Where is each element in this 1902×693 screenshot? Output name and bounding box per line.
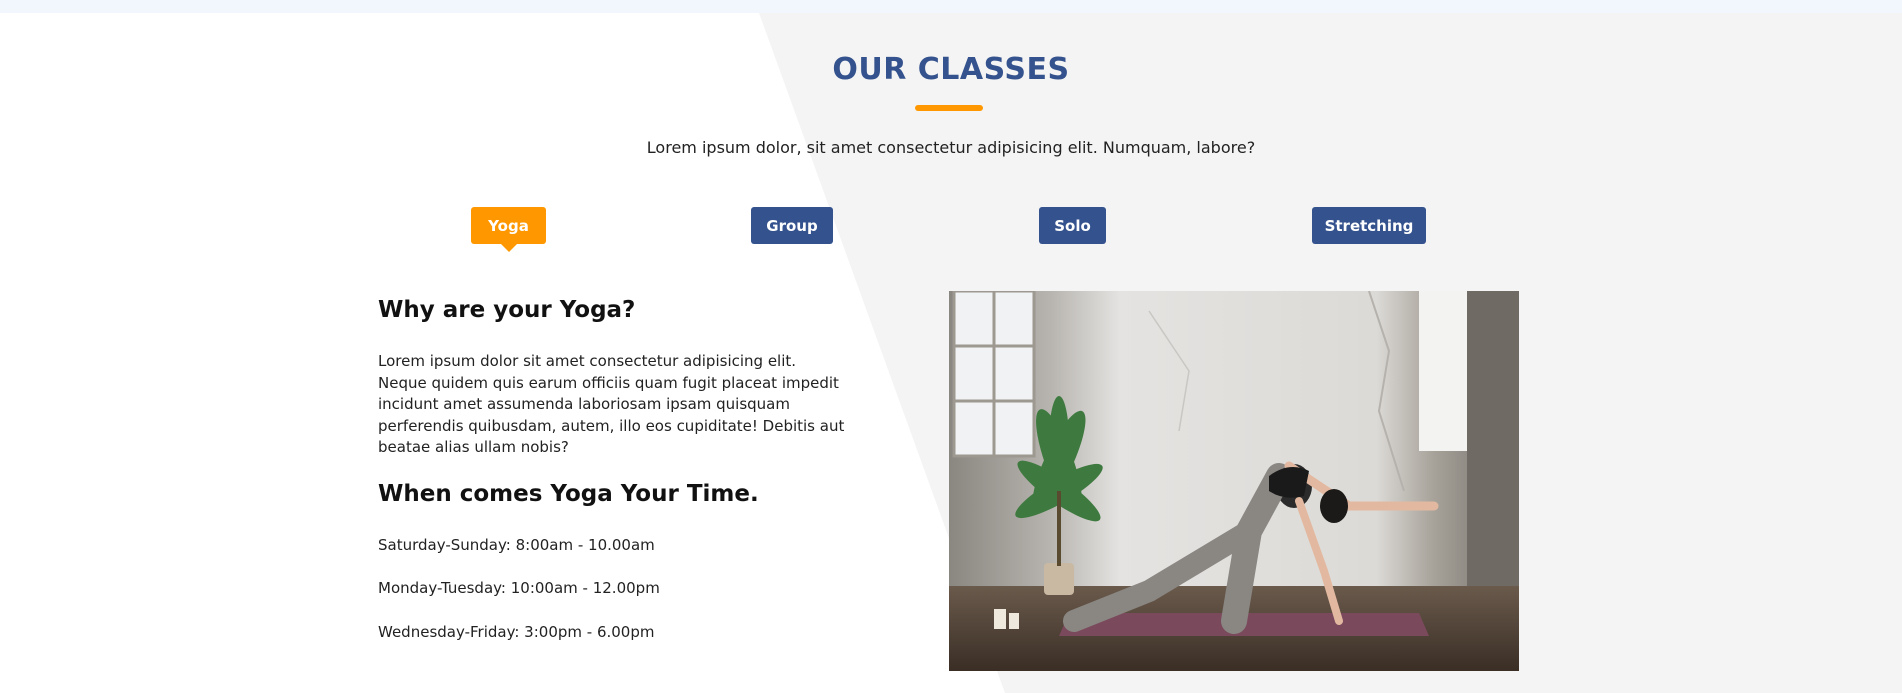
schedule-item: Saturday-Sunday: 8:00am - 10.00am bbox=[378, 536, 655, 554]
title-underline bbox=[915, 105, 983, 111]
schedule-item: Wednesday-Friday: 3:00pm - 6.00pm bbox=[378, 623, 655, 641]
top-strip bbox=[0, 0, 1902, 13]
content-heading-time: When comes Yoga Your Time. bbox=[378, 481, 759, 507]
tab-solo[interactable]: Solo bbox=[1039, 207, 1106, 244]
section-title: OUR CLASSES bbox=[832, 52, 1070, 87]
tab-group[interactable]: Group bbox=[751, 207, 833, 244]
content-heading-why: Why are your Yoga? bbox=[378, 297, 636, 323]
content-paragraph: Lorem ipsum dolor sit amet consectetur a… bbox=[378, 352, 845, 456]
tab-yoga[interactable]: Yoga bbox=[471, 207, 546, 244]
section-subtitle: Lorem ipsum dolor, sit amet consectetur … bbox=[646, 138, 1256, 157]
yoga-photo bbox=[949, 291, 1519, 671]
schedule-item: Monday-Tuesday: 10:00am - 12.00pm bbox=[378, 579, 660, 597]
tab-stretching[interactable]: Stretching bbox=[1312, 207, 1426, 244]
